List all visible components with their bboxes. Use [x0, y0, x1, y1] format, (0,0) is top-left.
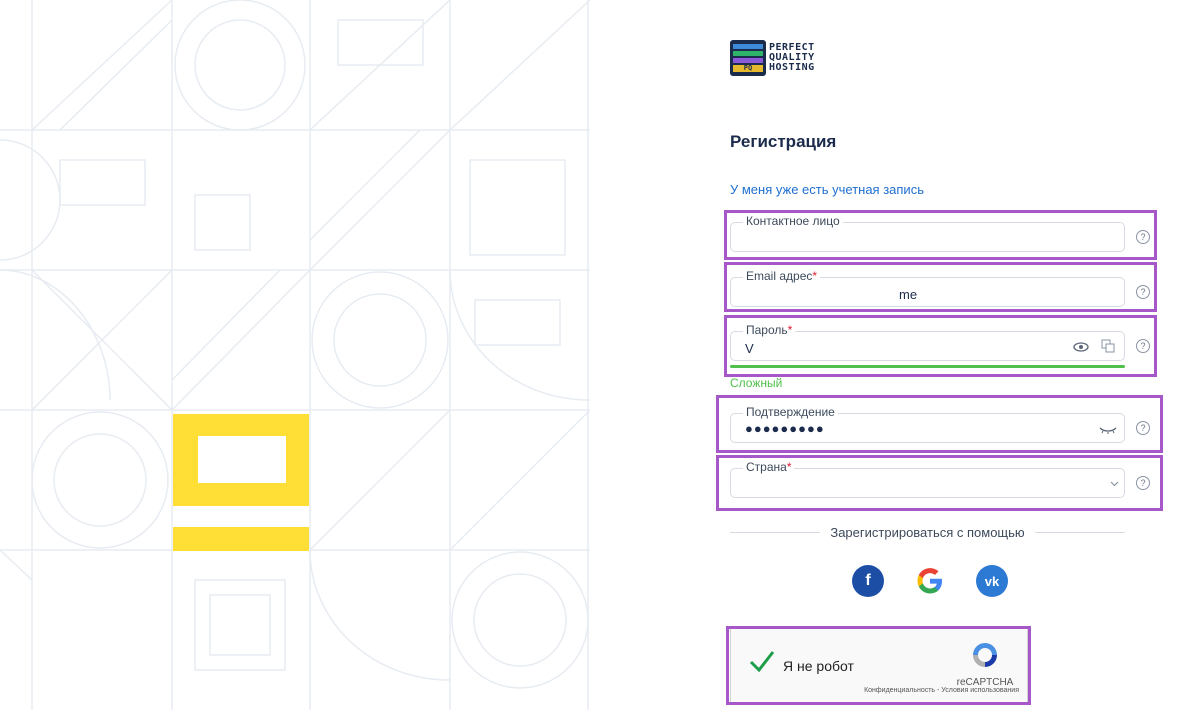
google-icon: [917, 568, 942, 594]
highlight-contact: [724, 210, 1157, 260]
highlight-country: [716, 455, 1163, 511]
logo-mark-icon: PQ: [730, 40, 766, 76]
social-heading: Зарегистрироваться с помощью: [830, 524, 1025, 540]
vk-login-button[interactable]: vk: [976, 565, 1008, 597]
password-strength-label: Сложный: [730, 376, 783, 390]
svg-text:PQ: PQ: [744, 64, 752, 72]
highlight-confirm: [716, 395, 1163, 453]
vk-icon: vk: [984, 573, 1000, 589]
decorative-pattern-panel: [0, 0, 590, 710]
registration-page: PQ PERFECT QUALITY HOSTING Регистрация У…: [0, 0, 1200, 723]
facebook-login-button[interactable]: f: [852, 565, 884, 597]
google-login-button[interactable]: [914, 565, 946, 597]
logo-wordmark: PERFECT QUALITY HOSTING: [769, 43, 815, 73]
divider-line-left: [730, 531, 821, 533]
social-buttons: f vk: [852, 565, 1008, 597]
registration-form-panel: PQ PERFECT QUALITY HOSTING Регистрация У…: [690, 0, 1200, 723]
logo[interactable]: PQ PERFECT QUALITY HOSTING: [730, 40, 815, 76]
social-divider: Зарегистрироваться с помощью: [730, 524, 1125, 540]
page-title: Регистрация: [730, 132, 837, 151]
highlight-password: [724, 315, 1157, 377]
existing-account-link[interactable]: У меня уже есть учетная запись: [730, 182, 924, 197]
highlight-recaptcha: [726, 626, 1031, 705]
facebook-icon: f: [865, 572, 871, 589]
highlight-email: [724, 262, 1157, 312]
geometric-pattern: [0, 0, 590, 710]
logo-line-3: HOSTING: [769, 62, 815, 73]
divider-line-right: [1034, 531, 1125, 533]
